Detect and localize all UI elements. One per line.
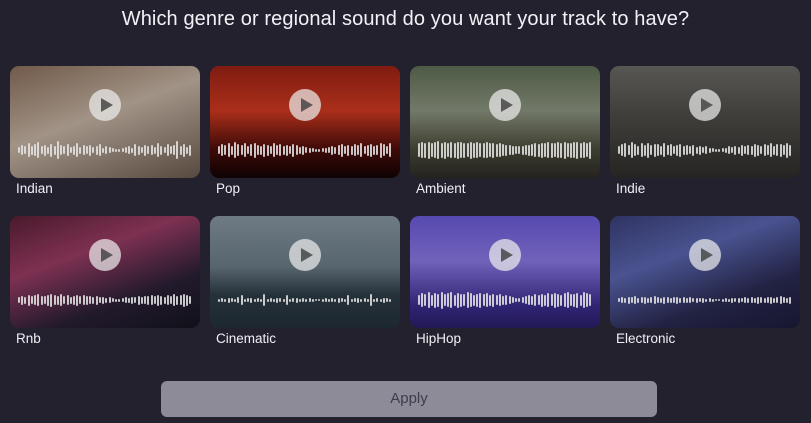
genre-card-hiphop[interactable]: HipHop (410, 216, 600, 346)
genre-label: Pop (216, 181, 241, 196)
genre-card-indie[interactable]: Indie (610, 66, 800, 196)
waveform-icon (218, 288, 392, 312)
genre-thumbnail[interactable] (10, 216, 200, 328)
play-icon[interactable] (689, 239, 721, 271)
genre-label: HipHop (416, 331, 462, 346)
genre-card-electronic[interactable]: Electronic (610, 216, 800, 346)
genre-label: Indian (16, 181, 53, 196)
genre-card-pop[interactable]: Pop (210, 66, 400, 196)
genre-card-rnb[interactable]: Rnb (10, 216, 200, 346)
play-icon[interactable] (489, 89, 521, 121)
genre-card-ambient[interactable]: Ambient (410, 66, 600, 196)
genre-label: Indie (616, 181, 646, 196)
play-icon[interactable] (489, 239, 521, 271)
waveform-icon (18, 288, 192, 312)
page-title: Which genre or regional sound do you wan… (121, 8, 690, 30)
genre-thumbnail[interactable] (610, 216, 800, 328)
genre-card-cinematic[interactable]: Cinematic (210, 216, 400, 346)
genre-thumbnail[interactable] (210, 66, 400, 178)
play-icon[interactable] (289, 89, 321, 121)
genre-thumbnail[interactable] (10, 66, 200, 178)
genre-label: Electronic (616, 331, 676, 346)
play-icon[interactable] (689, 89, 721, 121)
play-icon[interactable] (89, 239, 121, 271)
genre-thumbnail[interactable] (210, 216, 400, 328)
waveform-icon (218, 138, 392, 162)
genre-label: Ambient (416, 181, 466, 196)
play-icon[interactable] (89, 89, 121, 121)
genre-thumbnail[interactable] (410, 66, 600, 178)
play-icon[interactable] (289, 239, 321, 271)
genre-label: Rnb (16, 331, 41, 346)
waveform-icon (418, 138, 592, 162)
genre-thumbnail[interactable] (610, 66, 800, 178)
apply-button[interactable]: Apply (161, 381, 657, 417)
genre-thumbnail[interactable] (410, 216, 600, 328)
waveform-icon (618, 288, 792, 312)
genre-label: Cinematic (216, 331, 277, 346)
waveform-icon (418, 288, 592, 312)
waveform-icon (18, 138, 192, 162)
genre-card-indian[interactable]: Indian (10, 66, 200, 196)
waveform-icon (618, 138, 792, 162)
